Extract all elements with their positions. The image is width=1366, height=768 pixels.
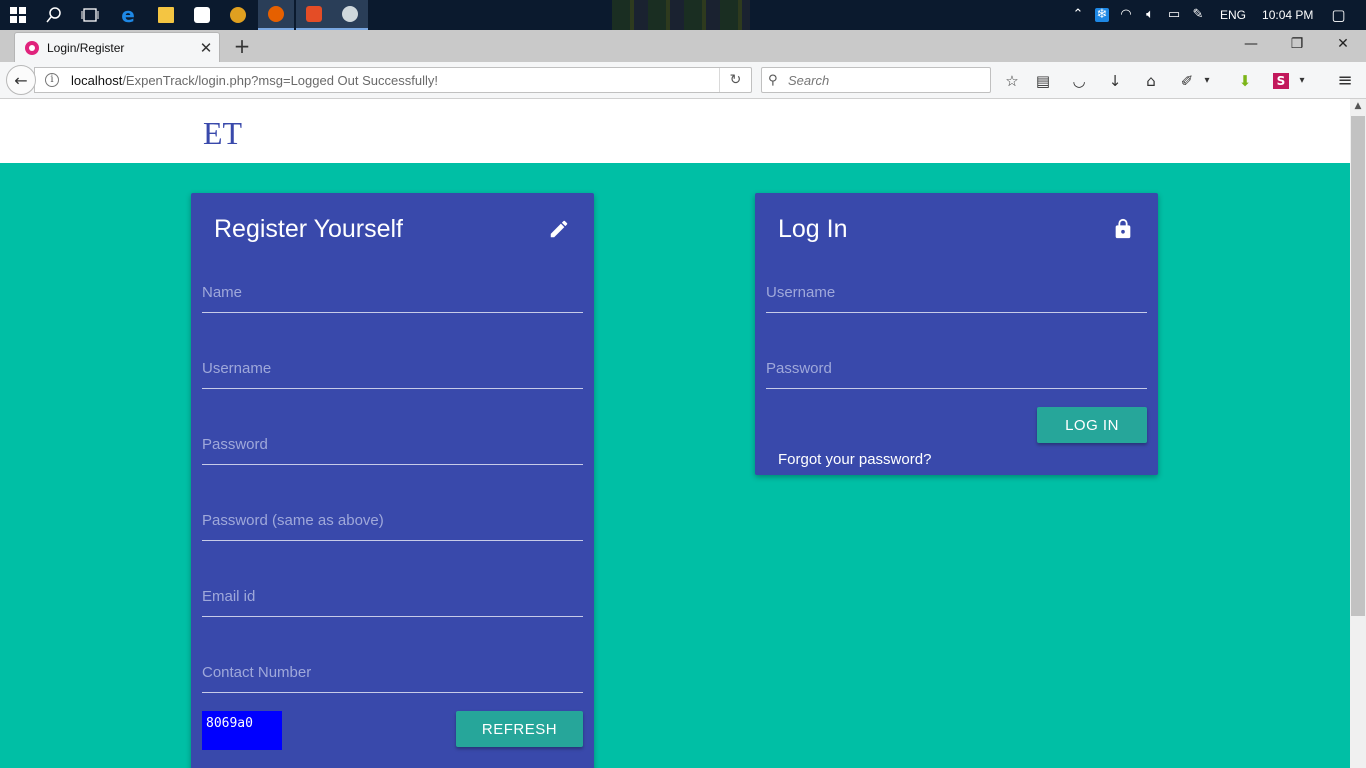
info-icon[interactable]: i: [45, 73, 59, 87]
photos-app[interactable]: [332, 0, 368, 30]
reading-list-icon[interactable]: ▤: [1029, 62, 1057, 99]
windows-taskbar: e ⌃ ❄ ◠ 🔈︎ ▭ ✎ ENG 10:04 PM ▢: [0, 0, 1366, 30]
firefox-icon: [268, 6, 284, 22]
start-button[interactable]: [0, 0, 36, 30]
web-page: ET Register Yourself 8069a0 REFRESH Log …: [0, 99, 1350, 768]
s-addon-icon: S: [1273, 72, 1289, 89]
url-text[interactable]: localhost/ExpenTrack/login.php?msg=Logge…: [71, 73, 719, 88]
url-path: /ExpenTrack/login.php?msg=Logged Out Suc…: [122, 72, 438, 88]
register-card: Register Yourself 8069a0 REFRESH: [191, 193, 594, 768]
photos-icon: [342, 6, 358, 22]
search-icon: [46, 7, 61, 23]
pocket-icon[interactable]: ◡: [1065, 62, 1093, 99]
lock-icon: [1115, 218, 1131, 239]
pencil-icon: [550, 220, 568, 238]
firefox-app[interactable]: [258, 0, 294, 30]
new-tab-button[interactable]: +: [232, 36, 252, 56]
register-username-input[interactable]: [202, 349, 583, 387]
download-icon[interactable]: ↓: [1101, 62, 1129, 99]
notification-icon[interactable]: ▢: [1331, 8, 1345, 23]
page-scrollbar[interactable]: ▲: [1350, 99, 1366, 768]
login-username-field: [766, 273, 1147, 313]
minimize-button[interactable]: —: [1228, 30, 1274, 58]
html-app[interactable]: [296, 0, 332, 30]
register-name-input[interactable]: [202, 273, 583, 311]
green-download-icon[interactable]: ⬇: [1231, 62, 1259, 99]
register-password-confirm-field: [202, 501, 583, 541]
wifi-icon[interactable]: ◠: [1119, 8, 1133, 22]
search-input[interactable]: [788, 72, 978, 88]
snowflake-app-icon[interactable]: ❄: [1095, 8, 1109, 22]
addon-tool-icon[interactable]: ✐: [1173, 62, 1201, 99]
login-title: Log In: [778, 215, 848, 243]
addon-dropdown-icon[interactable]: ▾: [1199, 62, 1215, 99]
tab-login-register[interactable]: Login/Register ✕: [14, 32, 220, 62]
reload-icon[interactable]: ↻: [719, 68, 751, 92]
register-password-field: [202, 425, 583, 465]
taskbar-thumbnail-strip: [612, 0, 750, 30]
close-tab-icon[interactable]: ✕: [199, 40, 213, 55]
scroll-thumb[interactable]: [1351, 116, 1365, 616]
battery-icon[interactable]: ▭: [1167, 8, 1181, 22]
favicon-icon: [25, 40, 39, 55]
language-indicator[interactable]: ENG: [1220, 8, 1246, 22]
login-username-input[interactable]: [766, 273, 1147, 311]
html5-icon: [306, 6, 322, 22]
app-15-icon: [230, 7, 246, 23]
store-app[interactable]: [184, 0, 220, 30]
task-view-icon: [81, 8, 99, 22]
app-header: ET: [0, 99, 1350, 163]
register-contact-field: [202, 653, 583, 693]
windows-logo-icon: [10, 7, 26, 23]
login-card: Log In LOG IN Forgot your password?: [755, 193, 1158, 475]
volume-icon[interactable]: 🔈︎: [1143, 8, 1157, 22]
pen-icon[interactable]: ✎: [1191, 8, 1205, 22]
url-bar[interactable]: i localhost/ExpenTrack/login.php?msg=Log…: [34, 67, 752, 93]
brand-logo[interactable]: ET: [203, 115, 242, 152]
url-host: localhost: [71, 72, 123, 88]
restore-button[interactable]: ❐: [1274, 30, 1320, 58]
refresh-captcha-button[interactable]: REFRESH: [456, 711, 583, 747]
hamburger-menu-icon[interactable]: ≡: [1331, 62, 1359, 99]
edge-icon: e: [121, 3, 135, 27]
register-contact-input[interactable]: [202, 653, 583, 691]
edge-app[interactable]: e: [110, 0, 146, 30]
home-icon[interactable]: ⌂: [1137, 62, 1165, 99]
s-addon-dropdown-icon[interactable]: ▾: [1294, 62, 1310, 99]
login-button[interactable]: LOG IN: [1037, 407, 1147, 443]
forgot-password-link[interactable]: Forgot your password?: [778, 451, 931, 468]
register-title: Register Yourself: [214, 215, 404, 243]
clock[interactable]: 10:04 PM: [1262, 8, 1313, 22]
bookmark-star-icon[interactable]: ☆: [998, 62, 1026, 99]
cortana-search-button[interactable]: [36, 0, 72, 30]
task-view-button[interactable]: [72, 0, 108, 30]
scroll-up-arrow-icon[interactable]: ▲: [1350, 101, 1366, 115]
magnifier-icon: ⚲: [768, 72, 778, 88]
captcha-image: 8069a0: [202, 711, 282, 750]
file-explorer-app[interactable]: [148, 0, 184, 30]
folder-icon: [158, 7, 174, 23]
back-button[interactable]: ←: [6, 65, 36, 95]
chevron-up-icon[interactable]: ⌃: [1071, 8, 1085, 22]
app-15-button[interactable]: [220, 0, 256, 30]
back-arrow-icon: ←: [14, 70, 28, 90]
search-bar[interactable]: ⚲: [761, 67, 991, 93]
register-email-field: [202, 577, 583, 617]
register-name-field: [202, 273, 583, 313]
register-password-input[interactable]: [202, 425, 583, 463]
close-window-button[interactable]: ✕: [1320, 30, 1366, 58]
login-password-input[interactable]: [766, 349, 1147, 387]
register-email-input[interactable]: [202, 577, 583, 615]
store-icon: [194, 7, 210, 23]
s-addon-button[interactable]: S: [1267, 62, 1295, 99]
login-password-field: [766, 349, 1147, 389]
browser-tab-strip: Login/Register ✕ +: [0, 30, 1366, 62]
tab-title: Login/Register: [47, 40, 125, 55]
register-password-confirm-input[interactable]: [202, 501, 583, 539]
register-username-field: [202, 349, 583, 389]
